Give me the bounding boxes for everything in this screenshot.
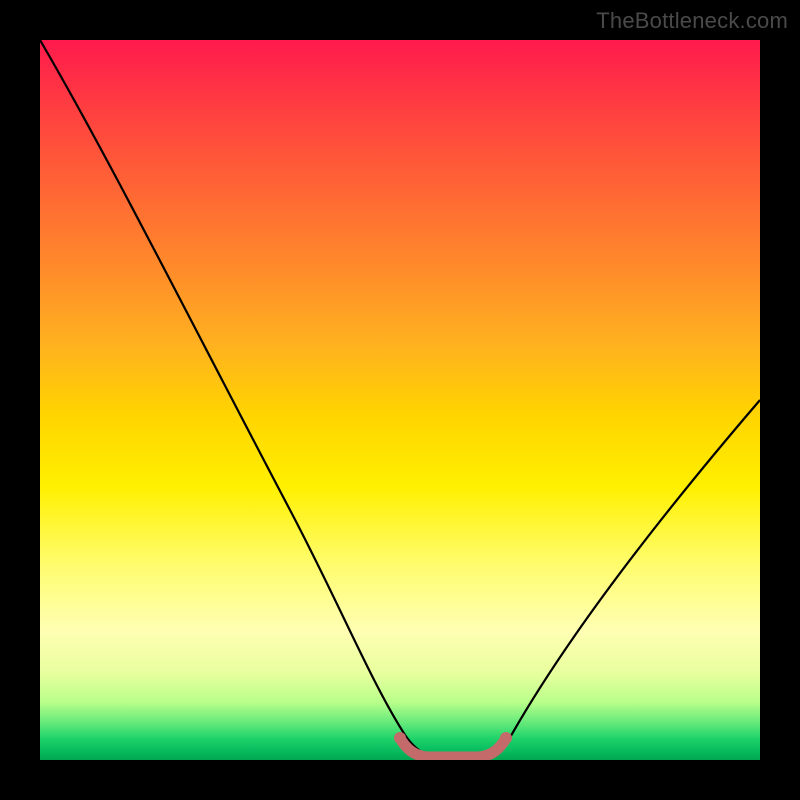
curve-layer [40, 40, 760, 760]
marker-end-left [394, 732, 406, 744]
marker-end-right [500, 732, 512, 744]
watermark-text: TheBottleneck.com [596, 8, 788, 34]
plot-area [40, 40, 760, 760]
bottleneck-curve [40, 40, 760, 758]
chart-frame: TheBottleneck.com [0, 0, 800, 800]
